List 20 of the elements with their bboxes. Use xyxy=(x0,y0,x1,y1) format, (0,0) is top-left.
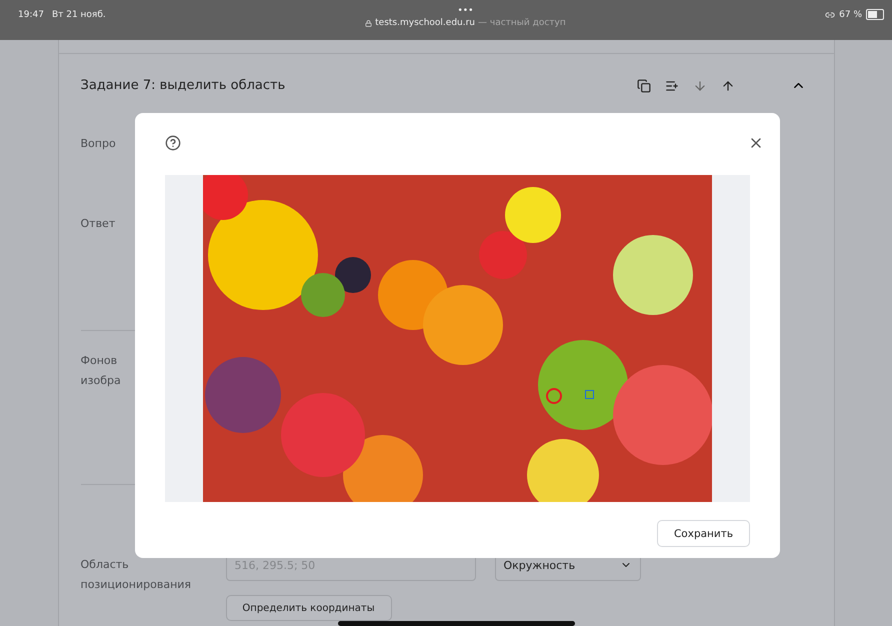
battery-icon xyxy=(866,9,884,20)
save-button[interactable]: Сохранить xyxy=(657,520,750,547)
task-title: Задание 7: выделить область xyxy=(80,78,286,93)
private-note: — частный доступ xyxy=(478,18,566,28)
help-icon[interactable] xyxy=(165,135,181,151)
copy-icon[interactable] xyxy=(636,78,650,92)
field-label: Область позиционирования xyxy=(80,557,192,593)
field-label: Вопро xyxy=(80,136,116,152)
detect-coordinates-button[interactable]: Определить координаты xyxy=(226,595,392,621)
lock-icon xyxy=(365,20,372,26)
resize-handle[interactable] xyxy=(585,390,594,399)
battery-percent: 67 % xyxy=(839,10,862,20)
tab-dots[interactable]: ••• xyxy=(457,6,474,16)
address-url[interactable]: tests.myschool.edu.ru xyxy=(375,18,476,28)
field-label: Фонов изобра xyxy=(80,353,121,389)
list-icon[interactable] xyxy=(664,78,678,92)
clock-time: 19:47 xyxy=(18,10,44,20)
field-label: Ответ xyxy=(80,216,116,232)
link-icon xyxy=(825,10,836,20)
date-text: Вт 21 нояб. xyxy=(52,10,106,20)
